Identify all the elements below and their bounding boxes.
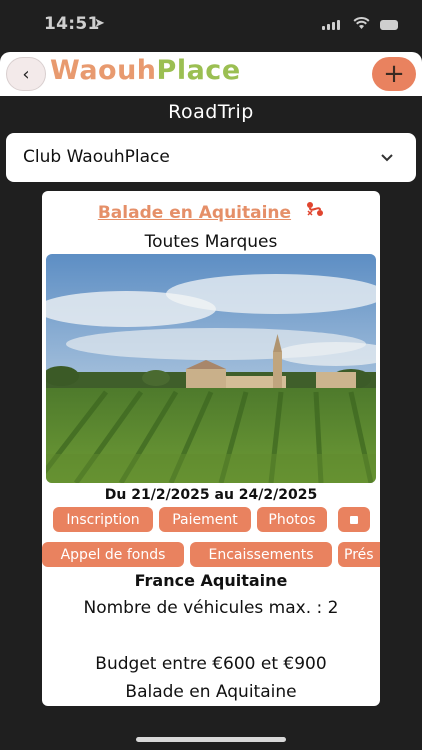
- event-photo[interactable]: [46, 254, 376, 483]
- status-time: 14:51: [44, 14, 100, 34]
- event-title-row: Balade en Aquitaine: [42, 201, 380, 223]
- app-logo: WaouhPlace: [50, 55, 241, 86]
- event-description: Balade en Aquitaine: [125, 682, 297, 702]
- club-select-value: Club WaouhPlace: [23, 147, 170, 167]
- event-brand: Toutes Marques: [144, 232, 278, 252]
- event-dates: Du 21/2/2025 au 24/2/2025: [104, 487, 318, 503]
- status-bar: 14:51 ➤: [0, 0, 422, 52]
- presentation-button[interactable]: Prés: [338, 542, 380, 567]
- more-button[interactable]: [338, 507, 370, 532]
- page-title: RoadTrip: [168, 101, 254, 123]
- square-icon: [350, 515, 358, 524]
- inscription-button[interactable]: Inscription: [53, 507, 153, 532]
- paiement-button[interactable]: Paiement: [159, 507, 251, 532]
- encaissements-button[interactable]: Encaissements: [190, 542, 332, 567]
- cellular-signal-icon: [322, 20, 340, 30]
- event-budget: Budget entre €600 et €900: [95, 654, 327, 674]
- app-header: ‹ WaouhPlace +: [0, 52, 422, 96]
- event-vehicles: Nombre de véhicules max. : 2: [83, 598, 339, 618]
- club-select[interactable]: Club WaouhPlace: [6, 133, 416, 182]
- wifi-icon: [353, 16, 370, 34]
- add-button[interactable]: +: [372, 57, 416, 91]
- chevron-left-icon: ‹: [22, 63, 30, 85]
- photos-button[interactable]: Photos: [257, 507, 327, 532]
- route-icon[interactable]: [306, 201, 324, 221]
- battery-icon: [380, 20, 398, 30]
- home-indicator[interactable]: [136, 737, 286, 742]
- chevron-down-icon: [380, 147, 394, 166]
- event-card: Balade en Aquitaine Toutes Marques Du 21…: [42, 191, 380, 706]
- event-title-link[interactable]: Balade en Aquitaine: [98, 203, 291, 223]
- plus-icon: +: [383, 59, 405, 89]
- location-arrow-icon: ➤: [94, 16, 105, 31]
- back-button[interactable]: ‹: [6, 57, 46, 91]
- appel-de-fonds-button[interactable]: Appel de fonds: [42, 542, 184, 567]
- event-region: France Aquitaine: [134, 571, 288, 590]
